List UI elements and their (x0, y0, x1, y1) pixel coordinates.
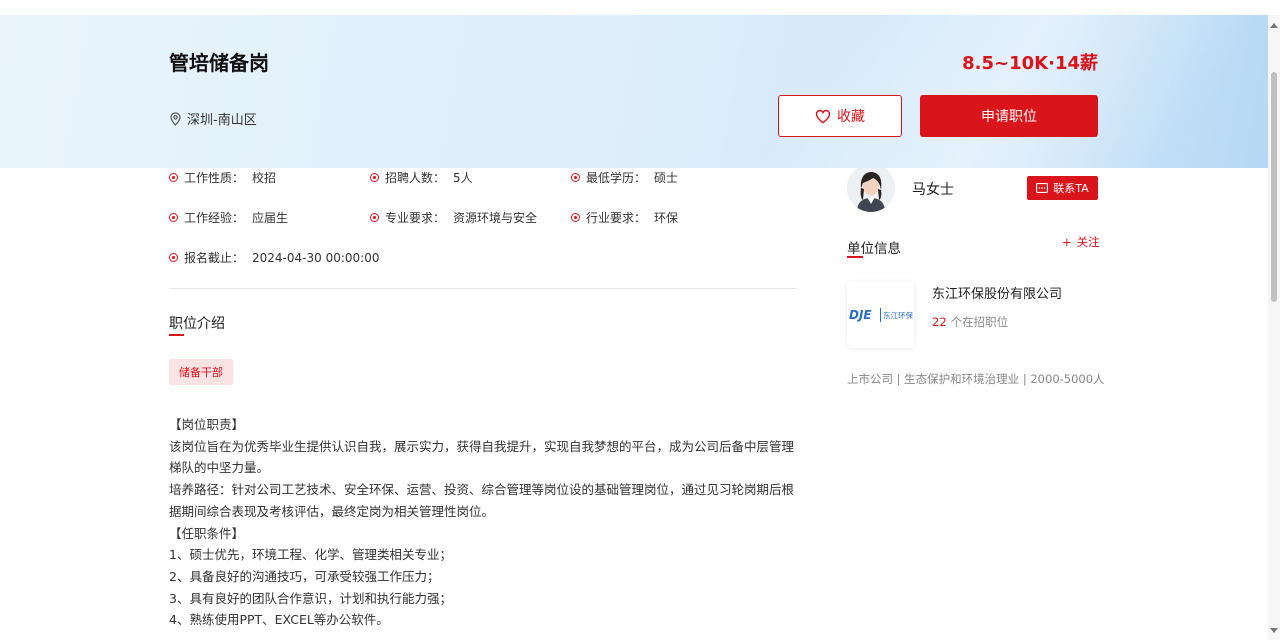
desc-line: 培养路径：针对公司工艺技术、安全环保、运营、投资、综合管理等岗位设的基础管理岗位… (169, 482, 795, 498)
attr-headcount: 招聘人数： 5人 (370, 169, 473, 186)
bullet-icon (370, 173, 379, 182)
attr-key: 工作性质： (184, 171, 245, 185)
bullet-icon (169, 253, 178, 262)
attr-value: 环保 (654, 211, 679, 225)
heart-icon (815, 109, 831, 123)
attr-value: 2024-04-30 00:00:00 (252, 250, 380, 265)
chat-icon (1036, 183, 1049, 193)
intro-title-underline (169, 334, 184, 336)
attr-value: 应届生 (252, 211, 289, 225)
logo-mark-text: DJE (849, 308, 872, 322)
avatar-icon (847, 164, 895, 212)
job-title: 管培储备岗 (169, 51, 269, 75)
attr-deadline: 报名截止： 2024-04-30 00:00:00 (169, 249, 379, 266)
job-tag: 储备干部 (169, 359, 233, 385)
bullet-icon (169, 173, 178, 182)
company-logo-mark: DJE 东江环保 (849, 307, 913, 322)
job-count-suffix: 个在招职位 (950, 315, 1009, 329)
follow-button[interactable]: + 关注 (1062, 234, 1100, 250)
attr-key: 招聘人数： (385, 171, 446, 185)
scroll-up-arrow-icon[interactable] (1270, 23, 1278, 28)
attr-major: 专业要求： 资源环境与安全 (370, 209, 537, 226)
scrollbar-thumb[interactable] (1271, 72, 1277, 302)
favorite-label: 收藏 (837, 109, 865, 125)
desc-line: 梯队的中坚力量。 (169, 460, 270, 476)
apply-button[interactable]: 申请职位 (920, 95, 1098, 137)
attr-job-type: 工作性质： 校招 (169, 169, 276, 186)
attr-value: 校招 (252, 171, 277, 185)
contact-button[interactable]: 联系TA (1027, 176, 1098, 200)
attr-key: 专业要求： (385, 211, 446, 225)
job-description: 【岗位职责】 该岗位旨在为优秀毕业生提供认识自我，展示实力，获得自我提升，实现自… (169, 414, 797, 631)
attr-value: 资源环境与安全 (453, 211, 538, 225)
attr-key: 报名截止： (184, 251, 245, 265)
bullet-icon (370, 213, 379, 222)
desc-line: 2、具备良好的沟通技巧，可承受较强工作压力； (169, 568, 440, 584)
attr-value: 硕士 (654, 171, 679, 185)
desc-line: 【岗位职责】 (169, 417, 245, 432)
plus-icon: + (1062, 235, 1072, 249)
company-meta: 上市公司 | 生态保护和环境治理业 | 2000-5000人 (847, 372, 1105, 386)
salary: 8.5~10K·14薪 (962, 53, 1098, 74)
contact-button-label: 联系TA (1053, 182, 1089, 195)
job-count-number: 22 (932, 315, 947, 329)
desc-line: 4、熟练使用PPT、EXCEL等办公软件。 (169, 612, 389, 628)
job-detail-page: 管培储备岗 8.5~10K·14薪 深圳-南山区 收藏 申请职位 工作性质： 校… (0, 0, 1280, 640)
attr-education: 最低学历： 硕士 (571, 169, 678, 186)
location-pin-icon (170, 111, 181, 126)
attr-experience: 工作经验： 应届生 (169, 209, 288, 226)
attr-value: 5人 (453, 171, 473, 185)
attr-industry: 行业要求： 环保 (571, 209, 678, 226)
job-location: 深圳-南山区 (169, 109, 257, 128)
bullet-icon (169, 213, 178, 222)
bullet-icon (571, 213, 580, 222)
company-section-title: 单位信息 (847, 241, 901, 257)
desc-line: 据期间综合表现及考核评估，最终定岗为相关管理性岗位。 (169, 503, 495, 519)
job-header: 管培储备岗 8.5~10K·14薪 深圳-南山区 收藏 申请职位 (0, 15, 1268, 168)
intro-title: 职位介绍 (169, 316, 225, 332)
follow-label: 关注 (1076, 235, 1100, 249)
company-logo[interactable]: DJE 东江环保 (847, 281, 914, 348)
company-section-underline (847, 256, 863, 258)
page-scrollbar[interactable] (1268, 15, 1280, 640)
bullet-icon (571, 173, 580, 182)
desc-line: 该岗位旨在为优秀毕业生提供认识自我，展示实力，获得自我提升，实现自我梦想的平台，… (169, 438, 795, 454)
logo-text: 东江环保 (883, 310, 913, 320)
company-job-count: 22 个在招职位 (932, 314, 1008, 330)
divider (169, 288, 797, 289)
desc-line: 1、硕士优先，环境工程、化学、管理类相关专业； (169, 547, 452, 563)
location-text: 深圳-南山区 (187, 113, 257, 128)
contact-name: 马女士 (912, 182, 954, 198)
attr-key: 行业要求： (586, 211, 647, 225)
desc-line: 【任职条件】 (169, 525, 245, 541)
scroll-down-arrow-icon[interactable] (1270, 628, 1278, 633)
contact-avatar (847, 164, 895, 212)
favorite-button[interactable]: 收藏 (778, 95, 902, 137)
company-name[interactable]: 东江环保股份有限公司 (932, 283, 1062, 302)
desc-line: 3、具有良好的团队合作意识，计划和执行能力强； (169, 590, 452, 606)
attr-key: 最低学历： (586, 171, 647, 185)
attr-key: 工作经验： (184, 211, 245, 225)
